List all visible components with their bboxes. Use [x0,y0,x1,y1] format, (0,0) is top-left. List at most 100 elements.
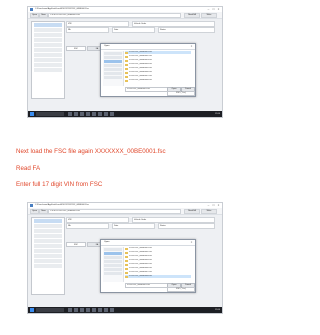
status-field[interactable]: Status [158,27,215,33]
nav-item[interactable] [104,68,122,71]
file-item[interactable]: XXXXXXX_00BE0007.fsc [125,75,191,78]
tree-item[interactable] [34,43,62,47]
tree-item[interactable] [34,68,62,72]
taskbar-app-icon[interactable] [92,308,96,312]
file-item[interactable]: XXXXXXX_00BE0008.fsc [125,275,191,278]
taskbar-app-icon[interactable] [74,112,78,116]
tree-item[interactable] [34,259,62,263]
taskbar-search[interactable] [36,112,64,116]
taskbar-app-icon[interactable] [68,112,72,116]
file-item[interactable]: XXXXXXX_00BE0008.fsc [125,79,191,82]
tree-item[interactable] [34,48,62,52]
file-item[interactable]: XXXXXXX_00BE0005.fsc [125,263,191,266]
nav-item[interactable] [104,72,122,75]
nav-item[interactable] [104,268,122,271]
tree-item[interactable] [34,244,62,248]
file-item[interactable]: XXXXXXX_00BE0001.fsc [125,247,191,250]
nav-item[interactable] [104,60,122,63]
file-item[interactable]: XXXXXXX_00BE0001.fsc [125,51,191,54]
fa-field[interactable]: FA [66,223,109,229]
taskbar-app-icon[interactable] [68,308,72,312]
read-fa-button[interactable]: Read FA [184,209,200,214]
dialog-nav-pane[interactable] [103,247,124,282]
tab-fsc[interactable]: FSC [66,242,86,247]
tree-pane[interactable] [31,21,65,99]
save-button[interactable]: Save [39,209,48,214]
filename-input[interactable]: XXXXXXX_00BE0001.fsc [125,283,168,288]
fa-field[interactable]: FA [66,27,109,33]
date-field[interactable]: Date [112,223,155,229]
file-item[interactable]: XXXXXXX_00BE0006.fsc [125,71,191,74]
taskbar-app-icon[interactable] [98,112,102,116]
nav-item[interactable] [104,76,122,79]
filetype-select[interactable]: FSC (*.fsc) [167,91,195,96]
tab-fsc[interactable]: FSC [66,46,86,51]
nav-item[interactable] [104,64,122,67]
file-item[interactable]: XXXXXXX_00BE0007.fsc [125,271,191,274]
taskbar-app-icon[interactable] [104,112,108,116]
taskbar-app-icon[interactable] [110,112,114,116]
taskbar-app-icon[interactable] [74,308,78,312]
tree-item[interactable] [34,58,62,62]
toolbar: Open Save C:\FSC\XXXXXXX_00BE0001.fsc Re… [28,208,222,215]
tree-item[interactable] [34,23,62,27]
start-icon[interactable] [30,308,34,312]
read-fa-button[interactable]: Read FA [184,13,200,18]
path-field[interactable]: C:\FSC\XXXXXXX_00BE0001.fsc [48,209,181,214]
file-item[interactable]: XXXXXXX_00BE0003.fsc [125,59,191,62]
nav-item[interactable] [104,52,122,55]
taskbar-app-icon[interactable] [98,308,102,312]
tree-item[interactable] [34,224,62,228]
open-button[interactable]: Open [30,13,39,18]
taskbar-search[interactable] [36,308,64,312]
file-item[interactable]: XXXXXXX_00BE0003.fsc [125,255,191,258]
write-button[interactable]: Write [201,13,217,18]
nav-item[interactable] [104,264,122,267]
tree-pane[interactable] [31,217,65,295]
nav-item[interactable] [104,272,122,275]
write-button[interactable]: Write [201,209,217,214]
filetype-select[interactable]: FSC (*.fsc) [167,287,195,292]
taskbar-app-icon[interactable] [110,308,114,312]
file-item[interactable]: XXXXXXX_00BE0004.fsc [125,259,191,262]
tree-item[interactable] [34,254,62,258]
dialog-nav-pane[interactable] [103,51,124,86]
tree-item[interactable] [34,229,62,233]
dialog-title: Open × [101,44,195,50]
taskbar-app-icon[interactable] [104,308,108,312]
path-field[interactable]: C:\FSC\XXXXXXX_00BE0001.fsc [48,13,181,18]
taskbar-app-icon[interactable] [80,112,84,116]
status-field[interactable]: Status [158,223,215,229]
tree-item[interactable] [34,249,62,253]
taskbar-app-icon[interactable] [86,112,90,116]
taskbar-app-icon[interactable] [80,308,84,312]
filename-input[interactable]: XXXXXXX_00BE0001.fsc [125,87,168,92]
date-field[interactable]: Date [112,27,155,33]
taskbar-app-icon[interactable] [86,308,90,312]
nav-item[interactable] [104,260,122,263]
start-icon[interactable] [30,112,34,116]
nav-item[interactable] [104,56,122,59]
tree-item[interactable] [34,234,62,238]
dialog-close-icon[interactable]: × [189,44,194,49]
file-item[interactable]: XXXXXXX_00BE0002.fsc [125,55,191,58]
tree-item[interactable] [34,38,62,42]
tree-item[interactable] [34,53,62,57]
taskbar-app-icon[interactable] [92,112,96,116]
save-button[interactable]: Save [39,13,48,18]
file-item[interactable]: XXXXXXX_00BE0002.fsc [125,251,191,254]
dialog-close-icon[interactable]: × [189,240,194,245]
tree-item[interactable] [34,239,62,243]
nav-item[interactable] [104,252,122,255]
open-button[interactable]: Open [30,209,39,214]
file-item[interactable]: XXXXXXX_00BE0006.fsc [125,267,191,270]
file-item[interactable]: XXXXXXX_00BE0004.fsc [125,63,191,66]
file-item[interactable]: XXXXXXX_00BE0005.fsc [125,67,191,70]
nav-item[interactable] [104,248,122,251]
tree-item[interactable] [34,28,62,32]
tree-item[interactable] [34,264,62,268]
tree-item[interactable] [34,33,62,37]
tree-item[interactable] [34,219,62,223]
nav-item[interactable] [104,256,122,259]
tree-item[interactable] [34,63,62,67]
